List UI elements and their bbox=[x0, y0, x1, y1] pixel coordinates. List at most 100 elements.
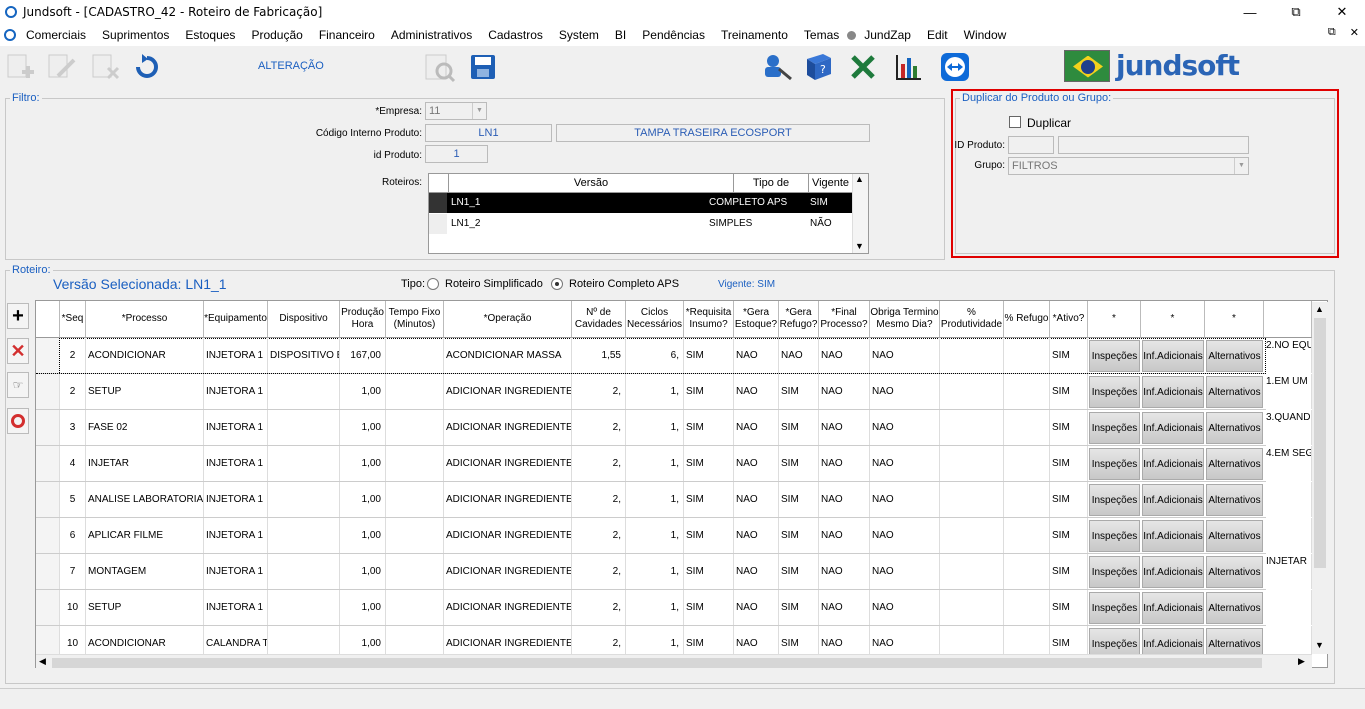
table-row[interactable]: 6 APLICAR FILME INJETORA 1 1,00 ADICIONAR IN… bbox=[36, 518, 1312, 554]
cell-prodv[interactable] bbox=[940, 338, 1004, 373]
inspecoes-button[interactable]: Inspeções bbox=[1089, 520, 1140, 552]
alternativos-button[interactable]: Alternativos bbox=[1206, 340, 1263, 372]
cell-req[interactable]: SIM bbox=[684, 446, 734, 481]
table-row[interactable]: 10 SETUP INJETORA 1 1,00 ADICIONAR INGREDIEN… bbox=[36, 590, 1312, 626]
cell-processo[interactable]: FASE 02 bbox=[86, 410, 204, 445]
grupo-select[interactable]: FILTROS ▼ bbox=[1008, 157, 1249, 175]
cell-ativo[interactable]: SIM bbox=[1050, 518, 1088, 553]
inspecoes-button[interactable]: Inspeções bbox=[1089, 448, 1140, 480]
cell-obr[interactable]: NAO bbox=[870, 554, 940, 589]
menu-treinamento[interactable]: Treinamento bbox=[713, 28, 796, 42]
cell-processo[interactable]: APLICAR FILME bbox=[86, 518, 204, 553]
cell-tempo[interactable] bbox=[386, 518, 444, 553]
cell-obr[interactable]: NAO bbox=[870, 410, 940, 445]
cell-obr[interactable]: NAO bbox=[870, 518, 940, 553]
inspecoes-button[interactable]: Inspeções bbox=[1089, 340, 1140, 372]
cell-tempo[interactable] bbox=[386, 590, 444, 625]
cell-equip[interactable]: INJETORA 1 bbox=[204, 482, 268, 517]
cell-oper[interactable]: ADICIONAR INGREDIENTES bbox=[444, 374, 572, 409]
grid-header[interactable]: *Gera Estoque? bbox=[734, 301, 779, 338]
cell-disp[interactable] bbox=[268, 446, 340, 481]
cell-ciclos[interactable]: 1, bbox=[626, 518, 684, 553]
inf-adicionais-button[interactable]: Inf.Adicionais bbox=[1142, 340, 1204, 372]
cell-fin[interactable]: NAO bbox=[819, 446, 870, 481]
menu-estoques[interactable]: Estoques bbox=[177, 28, 243, 42]
grid-header[interactable]: Produção Hora bbox=[340, 301, 386, 338]
delete-row-button[interactable]: ✕ bbox=[7, 338, 29, 364]
cell-cav[interactable]: 2, bbox=[572, 374, 626, 409]
cell-equip[interactable]: INJETORA 1 bbox=[204, 338, 268, 373]
cell-est[interactable]: NAO bbox=[734, 374, 779, 409]
duplicar-checkbox[interactable] bbox=[1009, 116, 1021, 128]
alternativos-button[interactable]: Alternativos bbox=[1206, 592, 1263, 624]
cell-est[interactable]: NAO bbox=[734, 410, 779, 445]
cell-ref[interactable]: SIM bbox=[779, 554, 819, 589]
dup-desc-input[interactable] bbox=[1058, 136, 1249, 154]
cell-disp[interactable] bbox=[268, 590, 340, 625]
inspecoes-button[interactable]: Inspeções bbox=[1089, 556, 1140, 588]
menu-pendencias[interactable]: Pendências bbox=[634, 28, 713, 42]
cell-req[interactable]: SIM bbox=[684, 374, 734, 409]
cell-fin[interactable]: NAO bbox=[819, 518, 870, 553]
cell-ativo[interactable]: SIM bbox=[1050, 482, 1088, 517]
table-row[interactable]: 2 ACONDICIONAR INJETORA 1 DISPOSITIVO B 167,… bbox=[36, 338, 1312, 374]
cell-processo[interactable]: ACONDICIONAR bbox=[86, 338, 204, 373]
alternativos-button[interactable]: Alternativos bbox=[1206, 484, 1263, 516]
cell-prod[interactable]: 1,00 bbox=[340, 446, 386, 481]
cell-equip[interactable]: INJETORA 1 bbox=[204, 410, 268, 445]
cell-ciclos[interactable]: 1, bbox=[626, 374, 684, 409]
menu-edit[interactable]: Edit bbox=[919, 28, 956, 42]
cell-oper[interactable]: ADICIONAR INGREDIENTES bbox=[444, 410, 572, 445]
row-selector[interactable] bbox=[36, 374, 60, 409]
cell-est[interactable]: NAO bbox=[734, 554, 779, 589]
row-selector[interactable] bbox=[36, 590, 60, 625]
cell-tempo[interactable] bbox=[386, 410, 444, 445]
grid-vertical-scrollbar[interactable]: ▲ ▼ bbox=[1312, 302, 1328, 654]
col-versao[interactable]: Versão bbox=[449, 174, 734, 193]
grid-header[interactable]: *Final Processo? bbox=[819, 301, 870, 338]
inf-adicionais-button[interactable]: Inf.Adicionais bbox=[1142, 448, 1204, 480]
cell-ciclos[interactable]: 1, bbox=[626, 482, 684, 517]
cell-fin[interactable]: NAO bbox=[819, 482, 870, 517]
cell-cav[interactable]: 2, bbox=[572, 518, 626, 553]
cell-obs[interactable]: INJETAR bbox=[1264, 554, 1312, 589]
cell-ref[interactable]: SIM bbox=[779, 590, 819, 625]
cell-equip[interactable]: INJETORA 1 bbox=[204, 374, 268, 409]
cell-seq[interactable]: 10 bbox=[60, 590, 86, 625]
cell-refugo[interactable] bbox=[1004, 554, 1050, 589]
mdi-close-icon[interactable]: ✕ bbox=[1350, 26, 1359, 39]
cell-fin[interactable]: NAO bbox=[819, 554, 870, 589]
table-row[interactable]: 7 MONTAGEM INJETORA 1 1,00 ADICIONAR INGREDI… bbox=[36, 554, 1312, 590]
grid-header[interactable]: * bbox=[1088, 301, 1141, 338]
cell-obr[interactable]: NAO bbox=[870, 374, 940, 409]
restore-button[interactable]: ⧉ bbox=[1273, 0, 1319, 24]
cell-refugo[interactable] bbox=[1004, 446, 1050, 481]
inspecoes-button[interactable]: Inspeções bbox=[1089, 412, 1140, 444]
cell-obs[interactable]: 3.QUANDO bbox=[1264, 410, 1312, 445]
cell-oper[interactable]: ADICIONAR INGREDIENTES bbox=[444, 482, 572, 517]
cell-prodv[interactable] bbox=[940, 410, 1004, 445]
cell-ref[interactable]: SIM bbox=[779, 446, 819, 481]
table-row[interactable]: 4 INJETAR INJETORA 1 1,00 ADICIONAR INGREDIE… bbox=[36, 446, 1312, 482]
search-disabled-icon[interactable] bbox=[423, 52, 457, 83]
cell-cav[interactable]: 2, bbox=[572, 482, 626, 517]
row-selector[interactable] bbox=[36, 554, 60, 589]
cell-processo[interactable]: MONTAGEM bbox=[86, 554, 204, 589]
cell-obs[interactable] bbox=[1264, 518, 1312, 553]
cell-ativo[interactable]: SIM bbox=[1050, 338, 1088, 373]
cell-est[interactable]: NAO bbox=[734, 518, 779, 553]
move-row-button[interactable]: ☞ bbox=[7, 372, 29, 398]
cell-processo[interactable]: SETUP bbox=[86, 590, 204, 625]
grid-header[interactable]: *Processo bbox=[86, 301, 204, 338]
cell-oper[interactable]: ADICIONAR INGREDIENTES bbox=[444, 554, 572, 589]
cell-prodv[interactable] bbox=[940, 554, 1004, 589]
cell-ciclos[interactable]: 6, bbox=[626, 338, 684, 373]
cell-seq[interactable]: 5 bbox=[60, 482, 86, 517]
inf-adicionais-button[interactable]: Inf.Adicionais bbox=[1142, 484, 1204, 516]
cell-prod[interactable]: 1,00 bbox=[340, 518, 386, 553]
cell-cav[interactable]: 2, bbox=[572, 410, 626, 445]
cell-seq[interactable]: 2 bbox=[60, 338, 86, 373]
cell-seq[interactable]: 3 bbox=[60, 410, 86, 445]
cell-disp[interactable] bbox=[268, 482, 340, 517]
cell-refugo[interactable] bbox=[1004, 410, 1050, 445]
